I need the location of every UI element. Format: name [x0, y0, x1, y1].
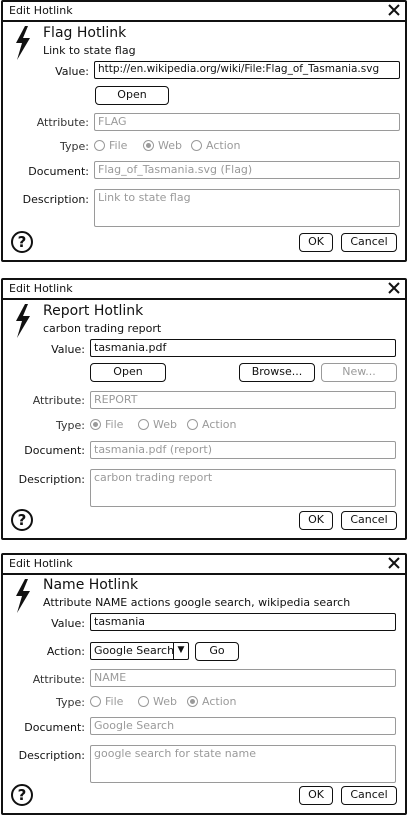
- type-radio-file: File: [90, 418, 123, 431]
- help-icon[interactable]: ?: [11, 231, 33, 253]
- document-label: Document:: [24, 721, 85, 734]
- dialog-title: Edit Hotlink: [9, 282, 73, 295]
- type-radio-file: File: [94, 139, 127, 152]
- value-label: Value:: [55, 65, 89, 78]
- type-radio-file: File: [90, 695, 123, 708]
- type-radio-web: Web: [138, 418, 177, 431]
- value-label: Value:: [51, 617, 85, 630]
- radio-indicator: [138, 696, 149, 707]
- document-field: Google Search: [90, 717, 396, 735]
- close-icon[interactable]: [386, 2, 402, 18]
- type-radio-web: Web: [143, 139, 182, 152]
- type-label: Type:: [56, 696, 85, 709]
- document-field: Flag_of_Tasmania.svg (Flag): [94, 161, 400, 179]
- dialog-titlebar: Edit Hotlink: [3, 555, 405, 575]
- radio-indicator: [90, 419, 101, 430]
- radio-indicator: [90, 696, 101, 707]
- document-label: Document:: [24, 444, 85, 457]
- value-input[interactable]: tasmania.pdf: [90, 339, 396, 357]
- radio-indicator: [94, 140, 105, 151]
- value-label: Value:: [51, 343, 85, 356]
- radio-indicator: [187, 696, 198, 707]
- document-label: Document:: [28, 165, 89, 178]
- type-radio-action: Action: [187, 695, 236, 708]
- value-input[interactable]: tasmania: [90, 613, 396, 631]
- open-button[interactable]: Open: [90, 363, 166, 382]
- document-field: tasmania.pdf (report): [90, 441, 396, 459]
- value-input[interactable]: http://en.wikipedia.org/wiki/File:Flag_o…: [94, 61, 400, 79]
- close-icon[interactable]: [386, 555, 402, 571]
- ok-button[interactable]: OK: [299, 786, 333, 805]
- cancel-button[interactable]: Cancel: [341, 786, 397, 805]
- dialog-title: Edit Hotlink: [9, 4, 73, 17]
- hotlink-subheading: Link to state flag: [43, 44, 136, 57]
- attribute-field: REPORT: [90, 391, 396, 409]
- radio-indicator: [187, 419, 198, 430]
- type-label: Type:: [60, 140, 89, 153]
- description-label: Description:: [18, 749, 85, 762]
- lightning-bolt-icon: [16, 304, 30, 338]
- dialog-titlebar: Edit Hotlink: [3, 280, 405, 300]
- ok-button[interactable]: OK: [299, 511, 333, 530]
- type-label: Type:: [56, 419, 85, 432]
- cancel-button[interactable]: Cancel: [341, 511, 397, 530]
- new-button: New...: [321, 363, 397, 382]
- type-radio-action: Action: [187, 418, 236, 431]
- attribute-label: Attribute:: [32, 394, 85, 407]
- browse-button[interactable]: Browse...: [239, 363, 315, 382]
- close-icon[interactable]: [386, 280, 402, 296]
- attribute-label: Attribute:: [36, 116, 89, 129]
- help-icon[interactable]: ?: [11, 509, 33, 531]
- cancel-button[interactable]: Cancel: [341, 233, 397, 252]
- hotlink-heading: Name Hotlink: [43, 577, 139, 593]
- help-icon[interactable]: ?: [11, 784, 33, 806]
- description-field: Link to state flag: [94, 189, 400, 227]
- hotlink-heading: Flag Hotlink: [43, 25, 127, 41]
- action-label: Action:: [46, 645, 85, 658]
- dialog-title: Edit Hotlink: [9, 557, 73, 570]
- hotlink-subheading: carbon trading report: [43, 322, 162, 335]
- dropdown-arrow-icon[interactable]: ▼: [173, 643, 188, 659]
- radio-indicator: [143, 140, 154, 151]
- description-field: carbon trading report: [90, 469, 396, 507]
- description-field: google search for state name: [90, 745, 396, 783]
- attribute-field: NAME: [90, 669, 396, 687]
- ok-button[interactable]: OK: [299, 233, 333, 252]
- action-selected-value: Google Search: [94, 644, 175, 657]
- lightning-bolt-icon: [16, 26, 30, 60]
- open-button[interactable]: Open: [95, 86, 169, 105]
- attribute-field: FLAG: [94, 113, 400, 131]
- type-radio-web: Web: [138, 695, 177, 708]
- dialog-titlebar: Edit Hotlink: [3, 2, 405, 22]
- radio-indicator: [138, 419, 149, 430]
- lightning-bolt-icon: [16, 579, 30, 613]
- attribute-label: Attribute:: [32, 673, 85, 686]
- edit-hotlink-dialog-flag: Edit Hotlink Flag Hotlink Link to state …: [1, 0, 407, 262]
- description-label: Description:: [18, 473, 85, 486]
- hotlink-subheading: Attribute NAME actions google search, wi…: [43, 596, 351, 609]
- hotlink-heading: Report Hotlink: [43, 303, 144, 319]
- edit-hotlink-dialog-report: Edit Hotlink Report Hotlink carbon tradi…: [1, 278, 407, 540]
- radio-indicator: [191, 140, 202, 151]
- edit-hotlink-dialog-name: Edit Hotlink Name Hotlink Attribute NAME…: [1, 553, 407, 815]
- description-label: Description:: [22, 193, 89, 206]
- go-button[interactable]: Go: [195, 642, 239, 661]
- action-select[interactable]: Google Search ▼: [90, 642, 189, 660]
- type-radio-action: Action: [191, 139, 240, 152]
